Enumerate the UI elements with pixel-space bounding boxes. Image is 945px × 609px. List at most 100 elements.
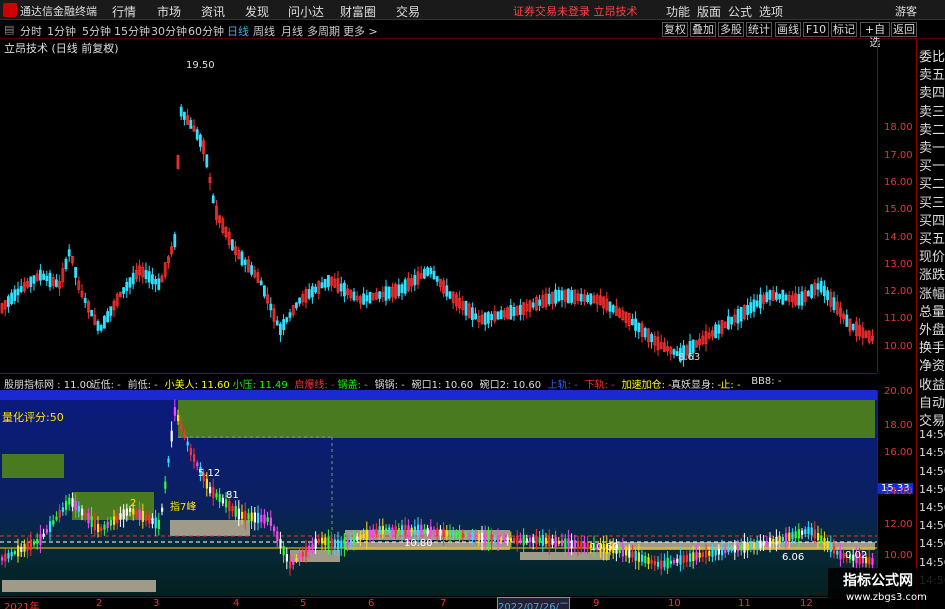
login-warning[interactable]: 证券交易未登录 立昂技术	[513, 3, 638, 19]
time-label: 4	[233, 598, 240, 609]
axis-label: 16.00	[884, 177, 913, 188]
menu-wealth[interactable]: 财富圈	[340, 3, 376, 20]
side-panel-item[interactable]: 卖一	[919, 137, 945, 156]
side-panel-item[interactable]: 14:56	[919, 483, 945, 496]
axis-label: 10.00	[884, 341, 913, 352]
indicator-header-item: 小美人: 11.60	[164, 380, 230, 389]
menu-function[interactable]: 功能	[666, 3, 690, 20]
period-monthly[interactable]: 月线	[281, 23, 303, 39]
menu-formula[interactable]: 公式	[728, 3, 752, 20]
time-label: 9	[593, 598, 600, 609]
indicator-chart[interactable]: 量化评分:50 2 5.12 81 指7峰 10.80 10.60 6.06 0…	[0, 390, 877, 596]
indicator-header: 股朋指标网 : 11.00 近低: - 前低: - 小美人: 11.60 小压: 11.…	[0, 373, 877, 389]
side-panel-item[interactable]: 卖三	[919, 101, 945, 120]
btn-stats[interactable]: 统计	[746, 22, 772, 37]
indicator-header-item: 下轨: -	[584, 380, 615, 389]
side-panel-item[interactable]: 外盘	[919, 319, 945, 338]
menu-options[interactable]: 选项	[759, 3, 783, 20]
menu-layout[interactable]: 版面	[697, 3, 721, 20]
side-panel-item[interactable]: 卖五	[919, 64, 945, 83]
btn-overlay[interactable]: 叠加	[690, 22, 716, 37]
chart-settings-icon[interactable]: ⊙	[104, 42, 113, 55]
side-panel-item[interactable]: 委比	[919, 46, 945, 65]
side-panel-item[interactable]: 买二	[919, 173, 945, 192]
side-panel-item[interactable]: 现价	[919, 246, 945, 265]
side-panel-item[interactable]: 买五	[919, 228, 945, 247]
side-panel-item[interactable]: 买四	[919, 210, 945, 229]
side-panel-item[interactable]: 14:56	[919, 556, 945, 569]
time-label: 6	[368, 598, 375, 609]
period-daily[interactable]: 日线	[227, 23, 249, 39]
side-panel-item[interactable]: 卖二	[919, 119, 945, 138]
btn-draw[interactable]: 画线	[775, 22, 801, 37]
btn-add-favorite[interactable]: +自选	[860, 22, 890, 49]
indicator-header-item: 股朋指标网 : 11.00	[4, 380, 93, 389]
guest-user[interactable]: 游客	[895, 3, 917, 19]
side-panel-item[interactable]: 买三	[919, 192, 945, 211]
btn-f10[interactable]: F10	[803, 22, 829, 37]
side-panel-item[interactable]: 自动	[919, 392, 945, 411]
period-5min[interactable]: 5分钟	[82, 23, 111, 39]
period-weekly[interactable]: 周线	[253, 23, 275, 39]
main-price-axis: 18.00 17.00 16.00 15.00 14.00 13.00 12.0…	[877, 40, 916, 372]
side-panel-item[interactable]: 涨幅	[919, 283, 945, 302]
axis-label: 16.00	[884, 447, 913, 458]
axis-label: 18.00	[884, 420, 913, 431]
period-timeshare[interactable]: 分时	[20, 23, 42, 39]
side-panel-item[interactable]: 换手	[919, 337, 945, 356]
candlestick-svg: 立昂技术 (日线 前复权) ⊙ 19.50 8.63	[0, 41, 874, 367]
time-label: 12	[800, 598, 813, 609]
period-bar: ▤ 分时 1分钟 5分钟 15分钟 30分钟 60分钟 日线 周线 月线 多周期…	[0, 21, 945, 49]
side-panel-item[interactable]: 14:56	[919, 519, 945, 532]
period-icon[interactable]: ▤	[4, 23, 14, 36]
menu-discover[interactable]: 发现	[245, 3, 269, 20]
axis-label: 10.00	[884, 550, 913, 561]
time-label: 2021年	[4, 602, 40, 609]
axis-label: 14.00	[884, 486, 913, 497]
score-label: 量化评分:50	[2, 410, 64, 424]
side-panel-item[interactable]: 14:56	[919, 501, 945, 514]
side-panel-item[interactable]: 收益	[919, 374, 945, 393]
time-label: 2	[96, 598, 103, 609]
axis-label: 14.00	[884, 232, 913, 243]
menu-trade[interactable]: 交易	[396, 3, 420, 20]
indicator-header-item: 加速加仓: -	[621, 380, 672, 389]
btn-multi-stock[interactable]: 多股	[718, 22, 744, 37]
menu-market[interactable]: 市场	[157, 3, 181, 20]
period-1min[interactable]: 1分钟	[47, 23, 76, 39]
indicator-header-item: 锅盖: -	[337, 380, 368, 389]
main-candlestick-chart[interactable]: 立昂技术 (日线 前复权) ⊙ 19.50 8.63	[0, 40, 877, 370]
period-30min[interactable]: 30分钟	[151, 23, 187, 39]
menu-quotes[interactable]: 行情	[112, 3, 136, 20]
indicator-header-item: 碗口1: 10.60	[411, 380, 474, 389]
time-label: 10	[668, 598, 681, 609]
btn-mark[interactable]: 标记	[831, 22, 857, 37]
app-title: 通达信金融终端	[20, 5, 97, 18]
period-60min[interactable]: 60分钟	[188, 23, 224, 39]
side-panel-item[interactable]: 14:56	[919, 446, 945, 459]
quote-side-panel[interactable]: 委比 卖五 卖四 卖三 卖二 卖一 买一 买二 买三 买四 买五 现价 涨跌 涨幅 总量 外盘 换手 净资 收益 自动…	[916, 40, 945, 609]
indicator-header-item: BB8: -	[751, 376, 782, 387]
btn-adjust[interactable]: 复权	[662, 22, 688, 37]
side-panel-item[interactable]: 交易	[919, 410, 945, 429]
annotation: 10.60	[590, 542, 619, 553]
period-more[interactable]: 更多 >	[343, 23, 378, 39]
side-panel-item[interactable]: 买一	[919, 155, 945, 174]
indicator-header-item: 碗口2: 10.60	[479, 380, 542, 389]
side-panel-item[interactable]: 净资	[919, 355, 945, 374]
low-price-label: 8.63	[678, 352, 700, 363]
side-panel-item[interactable]: 14:56	[919, 537, 945, 550]
menu-news[interactable]: 资讯	[201, 3, 225, 20]
period-15min[interactable]: 15分钟	[114, 23, 150, 39]
side-panel-item[interactable]: 14:56	[919, 465, 945, 478]
side-panel-item[interactable]: 涨跌	[919, 264, 945, 283]
menu-ask[interactable]: 问小达	[288, 3, 324, 20]
axis-label: 12.00	[884, 519, 913, 530]
side-panel-item[interactable]: 总量	[919, 301, 945, 320]
watermark: 指标公式网 www.zbgs3.com	[828, 568, 945, 609]
side-panel-item[interactable]: 卖四	[919, 82, 945, 101]
btn-back[interactable]: 返回	[891, 22, 917, 37]
side-panel-item[interactable]: 14:56	[919, 428, 945, 441]
period-multi[interactable]: 多周期	[307, 23, 340, 39]
annotation: 指7峰	[170, 500, 196, 513]
